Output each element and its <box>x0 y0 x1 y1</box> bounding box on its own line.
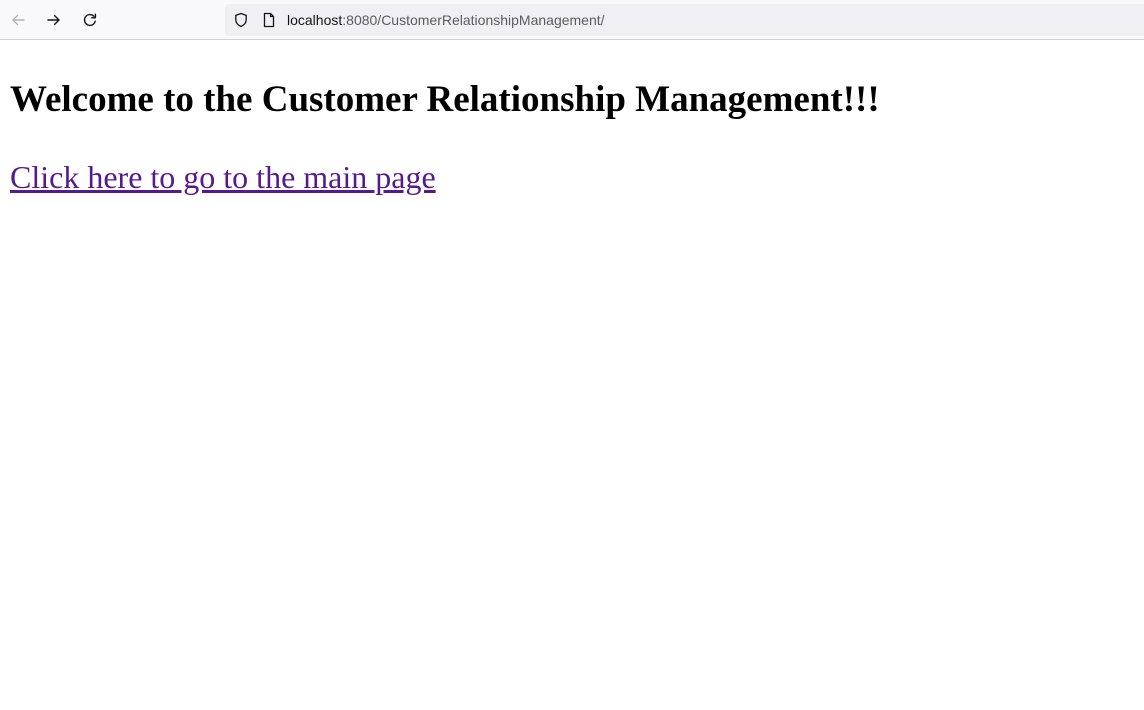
forward-button[interactable] <box>40 6 68 34</box>
page-content: Welcome to the Customer Relationship Man… <box>0 41 1144 710</box>
page-icon[interactable] <box>261 12 277 28</box>
url-text[interactable]: localhost:8080/CustomerRelationshipManag… <box>287 12 605 28</box>
back-arrow-icon <box>12 14 25 26</box>
url-host: localhost <box>287 12 343 28</box>
main-page-link[interactable]: Click here to go to the main page <box>10 158 436 196</box>
forward-arrow-icon <box>47 14 60 26</box>
reload-button[interactable] <box>76 6 104 34</box>
back-button[interactable] <box>4 6 32 34</box>
reload-icon <box>83 13 97 27</box>
url-path: :8080/CustomerRelationshipManagement/ <box>342 12 605 28</box>
page-title: Welcome to the Customer Relationship Man… <box>10 79 880 120</box>
browser-toolbar: localhost:8080/CustomerRelationshipManag… <box>0 0 1144 40</box>
shield-icon[interactable] <box>233 12 249 28</box>
address-bar[interactable]: localhost:8080/CustomerRelationshipManag… <box>225 4 1144 36</box>
